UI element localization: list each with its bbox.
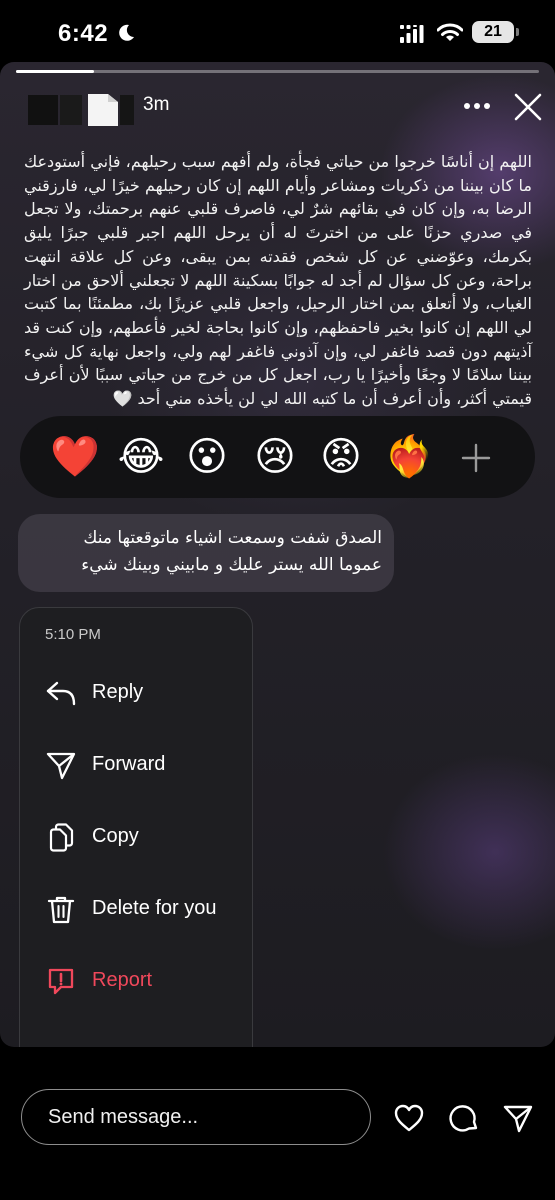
document-icon bbox=[88, 94, 118, 126]
story-progress-fill bbox=[16, 70, 95, 73]
reaction-wow[interactable]: 😮 bbox=[182, 432, 232, 482]
story-posted-time: 3m bbox=[143, 94, 170, 115]
reaction-bar: ❤️ 😂 😮 😢 😡 ❤️‍🔥 bbox=[20, 416, 535, 498]
message-timestamp: 5:10 PM bbox=[45, 626, 101, 643]
menu-item-forward[interactable]: Forward bbox=[20, 735, 252, 795]
username-redacted-tail bbox=[120, 95, 134, 125]
more-options-icon[interactable] bbox=[463, 102, 491, 110]
menu-item-delete[interactable]: Delete for you bbox=[20, 879, 252, 939]
status-time: 6:42 bbox=[58, 20, 109, 47]
message-bubble[interactable]: الصدق شفت وسمعت اشياء ماتوقعتها منك عموم… bbox=[18, 514, 394, 592]
message-text: الصدق شفت وسمعت اشياء ماتوقعتها منك عموم… bbox=[81, 528, 382, 575]
moon-icon bbox=[119, 24, 134, 41]
close-icon[interactable] bbox=[513, 92, 543, 122]
reaction-angry[interactable]: 😡 bbox=[316, 432, 366, 482]
avatar[interactable] bbox=[28, 95, 58, 125]
menu-label-report: Report bbox=[92, 969, 153, 991]
story-progress-bar bbox=[16, 70, 539, 73]
reaction-heart[interactable]: ❤️ bbox=[50, 432, 100, 482]
menu-item-report[interactable]: Report bbox=[20, 951, 252, 1011]
message-context-menu: 5:10 PM Reply Forward Copy Delete for yo… bbox=[19, 607, 253, 1047]
wifi-icon bbox=[437, 23, 463, 41]
menu-label-forward: Forward bbox=[92, 753, 166, 775]
reaction-heart-on-fire[interactable]: ❤️‍🔥 bbox=[384, 432, 434, 482]
trash-icon bbox=[47, 896, 75, 924]
forward-icon bbox=[46, 752, 76, 780]
send-message-input[interactable] bbox=[21, 1089, 371, 1145]
story-viewer[interactable]: 3m اللهم إن أناسًا خرجوا من حياتي فجأة، … bbox=[0, 62, 555, 1047]
reaction-sad[interactable]: 😢 bbox=[250, 432, 300, 482]
menu-label-reply: Reply bbox=[92, 681, 144, 703]
status-bar: 6:42 21 bbox=[0, 0, 555, 64]
reply-icon bbox=[46, 681, 76, 706]
report-icon bbox=[48, 968, 74, 995]
menu-item-reply[interactable]: Reply bbox=[20, 663, 252, 723]
menu-item-copy[interactable]: Copy bbox=[20, 807, 252, 867]
comment-icon[interactable] bbox=[448, 1102, 480, 1134]
add-reaction-icon[interactable] bbox=[460, 442, 492, 474]
battery-indicator: 21 bbox=[472, 21, 514, 43]
menu-label-copy: Copy bbox=[92, 825, 139, 847]
battery-tip bbox=[516, 28, 519, 36]
like-heart-icon[interactable] bbox=[393, 1102, 425, 1134]
reaction-laugh[interactable]: 😂 bbox=[116, 432, 166, 482]
menu-label-delete: Delete for you bbox=[92, 897, 217, 919]
story-text: اللهم إن أناسًا خرجوا من حياتي فجأة، ولم… bbox=[24, 152, 532, 409]
username-redacted[interactable] bbox=[60, 95, 82, 125]
cellular-signal-icon bbox=[400, 25, 424, 43]
copy-icon bbox=[49, 823, 74, 852]
share-icon[interactable] bbox=[502, 1102, 534, 1134]
